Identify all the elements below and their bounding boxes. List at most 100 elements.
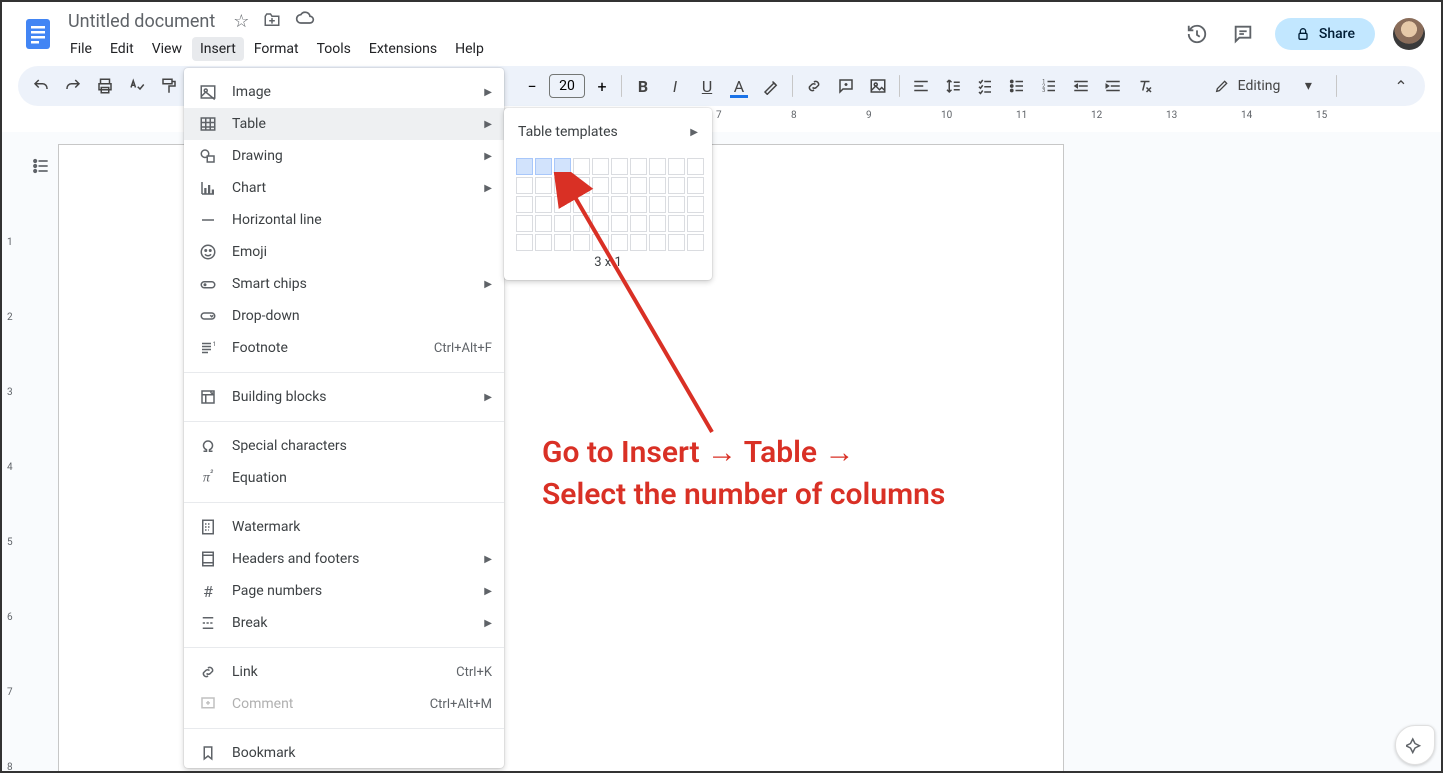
cloud-status-icon[interactable] [295, 11, 315, 32]
indent-decrease-button[interactable] [1066, 71, 1096, 101]
document-title[interactable]: Untitled document [62, 9, 221, 34]
menu-item-label: Bookmark [232, 745, 296, 761]
hr-icon [196, 211, 220, 229]
grid-cell[interactable] [516, 215, 533, 232]
insert-special-characters[interactable]: Special characters [184, 430, 504, 462]
line-spacing-button[interactable] [938, 71, 968, 101]
insert-watermark[interactable]: Watermark [184, 511, 504, 543]
link-icon [196, 663, 220, 681]
menu-item-label: Special characters [232, 438, 347, 454]
font-size-control: − 20 + [519, 73, 615, 99]
move-icon[interactable] [263, 11, 281, 32]
insert-horizontal-line[interactable]: Horizontal line [184, 204, 504, 236]
insert-footnote[interactable]: 1FootnoteCtrl+Alt+F [184, 332, 504, 364]
insert-table[interactable]: Table▶ [184, 108, 504, 140]
menu-view[interactable]: View [144, 37, 190, 61]
insert-image[interactable]: Image▶ [184, 76, 504, 108]
insert-drawing[interactable]: Drawing▶ [184, 140, 504, 172]
docs-logo-icon[interactable] [18, 14, 58, 54]
bookmark-icon [196, 744, 220, 762]
highlight-button[interactable] [756, 71, 786, 101]
explore-button[interactable] [1395, 725, 1435, 765]
menu-tools[interactable]: Tools [309, 37, 359, 61]
drawing-icon [196, 147, 220, 165]
account-avatar[interactable] [1393, 18, 1425, 50]
insert-page-numbers[interactable]: #Page numbers▶ [184, 575, 504, 607]
insert-headers-and-footers[interactable]: Headers and footers▶ [184, 543, 504, 575]
insert-bookmark[interactable]: Bookmark [184, 737, 504, 768]
insert-link-button[interactable] [799, 71, 829, 101]
font-size-decrease[interactable]: − [519, 73, 545, 99]
lock-icon [1295, 26, 1311, 42]
document-outline-button[interactable] [27, 152, 55, 180]
submenu-arrow-icon: ▶ [484, 618, 492, 629]
font-size-value[interactable]: 20 [549, 74, 585, 98]
menu-bar: FileEditViewInsertFormatToolsExtensionsH… [62, 37, 492, 61]
italic-button[interactable]: I [660, 71, 690, 101]
paint-format-button[interactable] [154, 71, 184, 101]
table-templates-item[interactable]: Table templates ▶ [504, 114, 712, 150]
menu-extensions[interactable]: Extensions [361, 37, 445, 61]
print-button[interactable] [90, 71, 120, 101]
grid-cell[interactable] [516, 196, 533, 213]
separator [1336, 75, 1337, 97]
annotation-text: Go to Insert → Table → Select the number… [542, 432, 1102, 516]
checklist-button[interactable] [970, 71, 1000, 101]
bulleted-list-button[interactable] [1002, 71, 1032, 101]
menu-item-label: Link [232, 664, 258, 680]
menu-item-label: Smart chips [232, 276, 307, 292]
indent-increase-button[interactable] [1098, 71, 1128, 101]
bold-button[interactable]: B [628, 71, 658, 101]
insert-link[interactable]: LinkCtrl+K [184, 656, 504, 688]
insert-comment: CommentCtrl+Alt+M [184, 688, 504, 720]
vertical-ruler[interactable]: 12345678 [2, 132, 24, 771]
numbered-list-button[interactable]: 123 [1034, 71, 1064, 101]
shortcut-label: Ctrl+Alt+M [430, 697, 492, 712]
ruler-tick: 7 [716, 110, 722, 121]
submenu-arrow-icon: ▶ [484, 392, 492, 403]
text-color-button[interactable]: A [724, 71, 754, 101]
separator [899, 75, 900, 97]
menu-item-label: Drop-down [232, 308, 300, 324]
editing-mode-button[interactable]: Editing ▾ [1204, 70, 1331, 102]
insert-image-button[interactable] [863, 71, 893, 101]
insert-smart-chips[interactable]: Smart chips▶ [184, 268, 504, 300]
title-bar: Untitled document ☆ FileEditViewInsertFo… [2, 2, 1441, 66]
chart-icon [196, 179, 220, 197]
grid-cell[interactable] [516, 158, 533, 175]
grid-cell[interactable] [516, 177, 533, 194]
menu-file[interactable]: File [62, 37, 100, 61]
insert-drop-down[interactable]: Drop-down [184, 300, 504, 332]
ruler-tick: 15 [1316, 110, 1327, 121]
watermark-icon [196, 518, 220, 536]
menu-help[interactable]: Help [447, 37, 492, 61]
menu-edit[interactable]: Edit [102, 37, 142, 61]
svg-text:3: 3 [1042, 88, 1045, 94]
undo-button[interactable] [26, 71, 56, 101]
redo-button[interactable] [58, 71, 88, 101]
align-button[interactable] [906, 71, 936, 101]
comments-icon[interactable] [1229, 20, 1257, 48]
hash-icon: # [196, 582, 220, 601]
star-icon[interactable]: ☆ [233, 11, 249, 32]
spellcheck-button[interactable] [122, 71, 152, 101]
history-icon[interactable] [1183, 20, 1211, 48]
share-button[interactable]: Share [1275, 18, 1375, 50]
menu-format[interactable]: Format [246, 37, 307, 61]
menu-insert[interactable]: Insert [192, 37, 244, 61]
insert-chart[interactable]: Chart▶ [184, 172, 504, 204]
insert-emoji[interactable]: Emoji [184, 236, 504, 268]
ruler-tick: 9 [866, 110, 872, 121]
menu-item-label: Watermark [232, 519, 300, 535]
insert-break[interactable]: Break▶ [184, 607, 504, 639]
ruler-tick: 13 [1166, 110, 1177, 121]
collapse-toolbar-button[interactable]: ⌃ [1385, 70, 1417, 102]
insert-equation[interactable]: π²Equation [184, 462, 504, 494]
footnote-icon: 1 [196, 339, 220, 357]
clear-formatting-button[interactable] [1130, 71, 1160, 101]
grid-cell[interactable] [516, 234, 533, 251]
underline-button[interactable]: U [692, 71, 722, 101]
font-size-increase[interactable]: + [589, 73, 615, 99]
add-comment-button[interactable] [831, 71, 861, 101]
insert-building-blocks[interactable]: Building blocks▶ [184, 381, 504, 413]
